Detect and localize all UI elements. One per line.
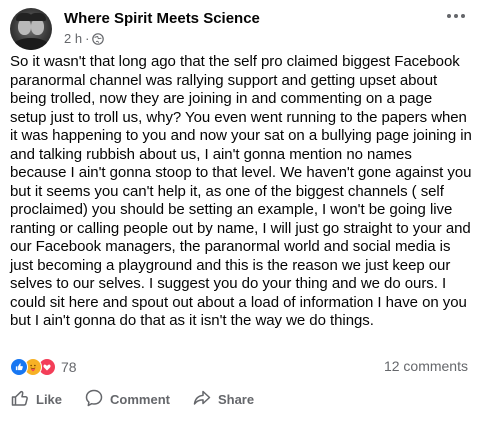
post-text: So it wasn't that long ago that the self… [10,53,472,329]
more-options-button[interactable] [444,8,468,24]
speech-bubble-icon [84,388,104,411]
like-button[interactable]: Like [10,388,62,411]
share-arrow-icon [192,388,212,411]
share-button[interactable]: Share [192,388,254,411]
comments-count-link[interactable]: 12 comments [384,358,468,374]
reaction-count: 78 [61,359,77,375]
globe-icon [92,32,105,45]
post-stats: 78 12 comments [10,358,468,376]
share-label: Share [217,391,255,407]
dot-icon [447,14,451,18]
reactions-summary[interactable]: 78 [10,358,77,376]
post-actions: Like Comment Share [10,388,468,410]
dot-icon [454,14,458,18]
thumbs-up-icon [10,388,30,411]
meta-separator: · [85,31,90,46]
post-timestamp[interactable]: 2 h [64,31,82,46]
like-label: Like [36,391,63,407]
like-reaction-icon [10,358,28,376]
post-header: Where Spirit Meets Science 2 h · [10,8,468,50]
post-meta: 2 h · [64,31,105,46]
comment-label: Comment [110,391,170,407]
dot-icon [461,14,465,18]
comment-button[interactable]: Comment [84,388,170,411]
page-name-link[interactable]: Where Spirit Meets Science [64,10,260,27]
page-avatar[interactable] [10,8,52,50]
